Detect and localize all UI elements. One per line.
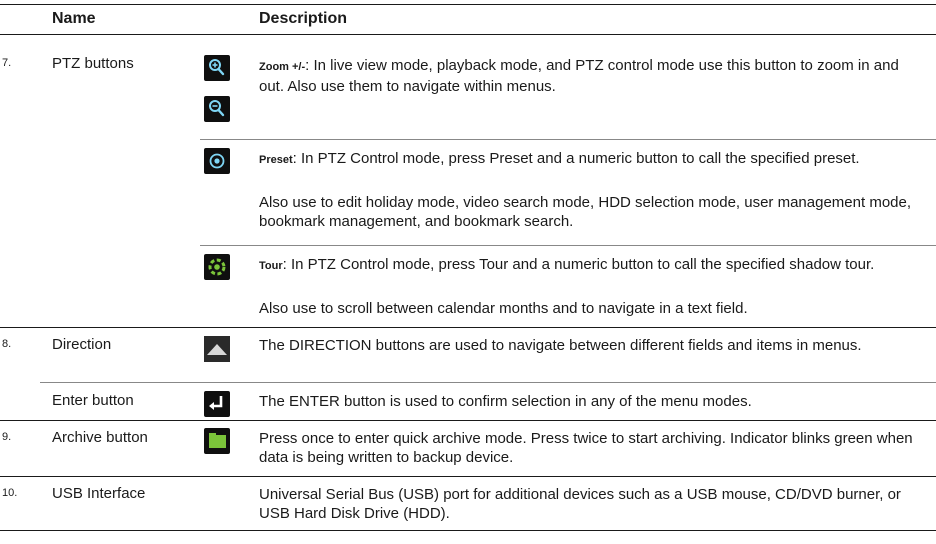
row-name: Direction xyxy=(52,336,112,353)
row-name: USB Interface xyxy=(52,485,146,502)
description-preset-extra: Also use to edit holiday mode, video sea… xyxy=(259,194,912,230)
table-top-rule xyxy=(0,4,936,5)
column-header-name: Name xyxy=(52,10,96,27)
archive-icon xyxy=(204,428,230,454)
row-number: 8. xyxy=(2,338,12,350)
term-preset: Preset xyxy=(259,154,293,166)
description-zoom-text: : In live view mode, playback mode, and … xyxy=(259,57,899,95)
description-preset: Preset: In PTZ Control mode, press Prese… xyxy=(259,149,923,170)
item-divider xyxy=(200,245,936,246)
header-rule xyxy=(0,34,936,35)
item-divider xyxy=(40,382,936,383)
description-direction: The DIRECTION buttons are used to naviga… xyxy=(259,337,862,354)
row-number: 10. xyxy=(2,487,18,499)
description-archive: Press once to enter quick archive mode. … xyxy=(259,430,913,466)
row-name: Archive button xyxy=(52,429,148,446)
preset-icon xyxy=(204,148,230,174)
row-number: 9. xyxy=(2,431,12,443)
row-number: 7. xyxy=(2,57,12,69)
direction-up-icon xyxy=(204,336,230,362)
description-enter: The ENTER button is used to confirm sele… xyxy=(259,393,752,410)
row-divider xyxy=(0,327,936,328)
description-tour: Tour: In PTZ Control mode, press Tour an… xyxy=(259,255,923,276)
row-name: PTZ buttons xyxy=(52,55,134,72)
description-usb: Universal Serial Bus (USB) port for addi… xyxy=(259,486,901,522)
row-divider xyxy=(0,420,936,421)
spec-table: Name Description 7. PTZ buttons Zoom +/-… xyxy=(0,0,936,544)
item-divider xyxy=(200,139,936,140)
column-header-description: Description xyxy=(259,10,348,27)
zoom-in-icon xyxy=(204,55,230,81)
term-zoom: Zoom +/- xyxy=(259,61,306,73)
zoom-out-icon xyxy=(204,96,230,122)
description-tour-extra: Also use to scroll between calendar mont… xyxy=(259,300,748,317)
row-divider xyxy=(0,476,936,477)
row-name: Enter button xyxy=(52,392,134,409)
tour-icon xyxy=(204,254,230,280)
description-zoom: Zoom +/-: In live view mode, playback mo… xyxy=(259,56,923,96)
table-bottom-rule xyxy=(0,530,936,531)
description-tour-text: : In PTZ Control mode, press Tour and a … xyxy=(282,256,875,273)
term-tour: Tour xyxy=(259,260,283,272)
description-preset-text: : In PTZ Control mode, press Preset and … xyxy=(292,150,860,167)
enter-icon xyxy=(204,391,230,417)
